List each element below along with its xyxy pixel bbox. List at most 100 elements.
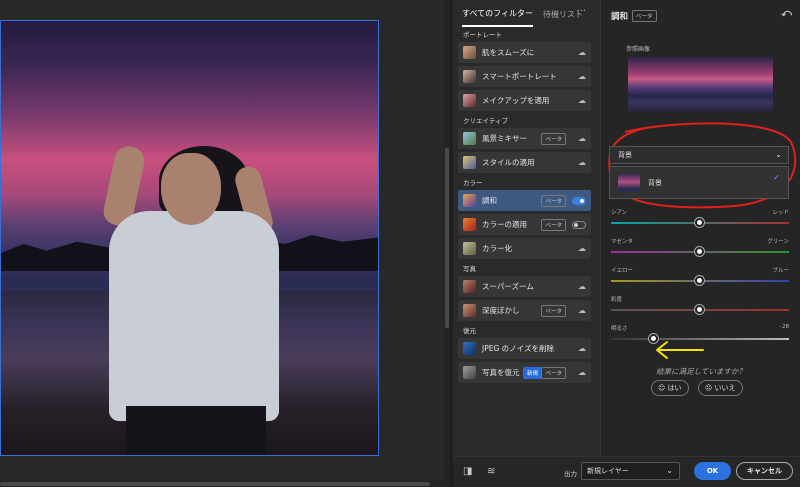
slider-track[interactable] xyxy=(611,305,789,314)
slider-handle[interactable] xyxy=(695,247,704,256)
cloud-download-icon[interactable]: ☁ xyxy=(578,282,586,291)
filter-label: 深度ぼかし xyxy=(482,306,520,315)
feedback-yes-button[interactable]: ☺ はい xyxy=(651,380,689,396)
photo-person-pants xyxy=(126,406,266,455)
horizontal-scrollbar-thumb[interactable] xyxy=(0,482,430,486)
yellow-annotation-arrow xyxy=(656,341,704,359)
adjustment-slider: シアン レッド xyxy=(611,208,789,227)
filter-item[interactable]: 調和 ベータ xyxy=(458,190,591,211)
adjustment-slider: 彩度 xyxy=(611,295,789,314)
slider-right-label: グリーン xyxy=(767,239,789,245)
output-select[interactable]: 新規レイヤー ⌄ xyxy=(581,462,680,480)
cloud-download-icon[interactable]: ☁ xyxy=(578,48,586,57)
vertical-scrollbar-thumb[interactable] xyxy=(445,148,449,328)
filter-thumbnail-icon xyxy=(463,156,476,169)
dropdown-option-list: 背景 ✓ xyxy=(609,166,789,199)
filter-item[interactable]: 写真を復元 新規 ベータ ☁ xyxy=(458,362,591,383)
cloud-download-icon[interactable]: ☁ xyxy=(578,368,586,377)
filter-thumbnail-icon xyxy=(463,70,476,83)
filter-thumbnail-icon xyxy=(463,242,476,255)
cloud-download-icon[interactable]: ☁ xyxy=(578,134,586,143)
tab-all-filters[interactable]: すべてのフィルター xyxy=(462,2,533,27)
photo-person-head xyxy=(161,153,221,225)
slider-left-label: イエロー xyxy=(611,268,633,274)
slider-labels: 彩度 xyxy=(611,295,789,303)
smile-icon: ☺ xyxy=(658,384,668,392)
reset-icon[interactable]: ⤺ xyxy=(781,8,792,19)
beta-badge: ベータ xyxy=(541,366,566,379)
filter-thumbnail-icon xyxy=(463,46,476,59)
beta-badge: ベータ xyxy=(541,218,566,231)
show-original-icon[interactable]: ◨ xyxy=(463,466,472,477)
reference-image-label: 参照画像 xyxy=(626,46,651,53)
filter-label: カラーの適用 xyxy=(482,220,527,229)
cloud-download-icon[interactable]: ☁ xyxy=(578,344,586,353)
vertical-scrollbar[interactable] xyxy=(444,0,450,487)
filter-toggle[interactable] xyxy=(572,220,586,229)
filter-thumbnail-icon xyxy=(463,342,476,355)
filter-item[interactable]: 風景ミキサー ベータ ☁ xyxy=(458,128,591,149)
filter-label: スマートポートレート xyxy=(482,72,557,81)
output-value: 新規レイヤー xyxy=(587,467,629,475)
filter-thumbnail-icon xyxy=(463,218,476,231)
cloud-download-icon[interactable]: ☁ xyxy=(578,96,586,105)
slider-labels: 明るさ -28 xyxy=(611,324,789,332)
feedback-no-button[interactable]: ☹ いいえ xyxy=(698,380,743,396)
filter-tabs: すべてのフィルター 待機リスト ··· xyxy=(453,0,600,28)
filter-item[interactable]: JPEG のノイズを削除 ☁ xyxy=(458,338,591,359)
dropdown-option-background[interactable]: 背景 xyxy=(648,178,662,188)
reference-layer-dropdown[interactable]: 背景 ⌄ xyxy=(609,146,789,164)
document-canvas[interactable] xyxy=(0,0,447,487)
slider-left-label: 明るさ xyxy=(611,326,628,332)
cloud-download-icon[interactable]: ☁ xyxy=(578,158,586,167)
filter-thumbnail-icon xyxy=(463,366,476,379)
filter-item[interactable]: メイクアップを適用 ☁ xyxy=(458,90,591,111)
dropdown-value: 背景 xyxy=(618,151,632,159)
filter-label: スタイルの適用 xyxy=(482,158,535,167)
horizontal-scrollbar[interactable] xyxy=(0,481,447,487)
toggle-knob xyxy=(574,222,578,227)
photo-layer[interactable] xyxy=(0,20,379,456)
toggle-knob xyxy=(580,198,584,203)
slider-track[interactable] xyxy=(611,247,789,256)
slider-track[interactable] xyxy=(611,276,789,285)
slider-labels: マゼンタ グリーン xyxy=(611,237,789,245)
slider-labels: イエロー ブルー xyxy=(611,266,789,274)
frown-icon: ☹ xyxy=(705,384,715,392)
chevron-down-icon: ⌄ xyxy=(666,466,673,475)
filter-label: 肌をスムーズに xyxy=(482,48,535,57)
cloud-download-icon[interactable]: ☁ xyxy=(578,244,586,253)
slider-right-label: レッド xyxy=(772,210,789,216)
filter-item[interactable]: スタイルの適用 ☁ xyxy=(458,152,591,173)
filter-item[interactable]: スーパーズーム ☁ xyxy=(458,276,591,297)
slider-handle[interactable] xyxy=(695,305,704,314)
filter-thumbnail-icon xyxy=(463,194,476,207)
cloud-download-icon[interactable]: ☁ xyxy=(578,72,586,81)
dialog-footer: ◨ ≋ 出力 新規レイヤー ⌄ OK キャンセル xyxy=(453,456,800,487)
slider-track[interactable] xyxy=(611,218,789,227)
harmonization-panel: 調和 ベータ ⤺ 参照画像 背景 ⌄ 背景 ✓ シアン レッド マゼンタ グリーン イエ… xyxy=(600,0,800,456)
slider-left-label: シアン xyxy=(611,210,628,216)
beta-badge: ベータ xyxy=(541,132,566,145)
layer-preview-icon[interactable]: ≋ xyxy=(487,466,495,477)
adjustment-slider: イエロー ブルー xyxy=(611,266,789,285)
filter-item[interactable]: 肌をスムーズに ☁ xyxy=(458,42,591,63)
new-badge: 新規 xyxy=(522,366,542,379)
filter-toggle[interactable] xyxy=(572,196,586,205)
feedback-question: 結果に満足していますか？ xyxy=(656,367,746,376)
ok-button[interactable]: OK xyxy=(694,462,731,480)
filter-item[interactable]: カラーの適用 ベータ xyxy=(458,214,591,235)
filter-item[interactable]: 深度ぼかし ベータ ☁ xyxy=(458,300,591,321)
filter-thumbnail-icon xyxy=(463,132,476,145)
filter-label: カラー化 xyxy=(482,244,512,253)
cloud-download-icon[interactable]: ☁ xyxy=(578,306,586,315)
filter-item[interactable]: カラー化 ☁ xyxy=(458,238,591,259)
more-options-icon[interactable]: ··· xyxy=(576,6,586,17)
check-icon: ✓ xyxy=(773,173,780,182)
slider-handle[interactable] xyxy=(695,276,704,285)
cancel-button[interactable]: キャンセル xyxy=(736,462,793,480)
feedback-no-label: いいえ xyxy=(714,384,736,392)
slider-handle[interactable] xyxy=(695,218,704,227)
filter-category-title: クリエイティブ xyxy=(463,117,508,125)
filter-item[interactable]: スマートポートレート ☁ xyxy=(458,66,591,87)
